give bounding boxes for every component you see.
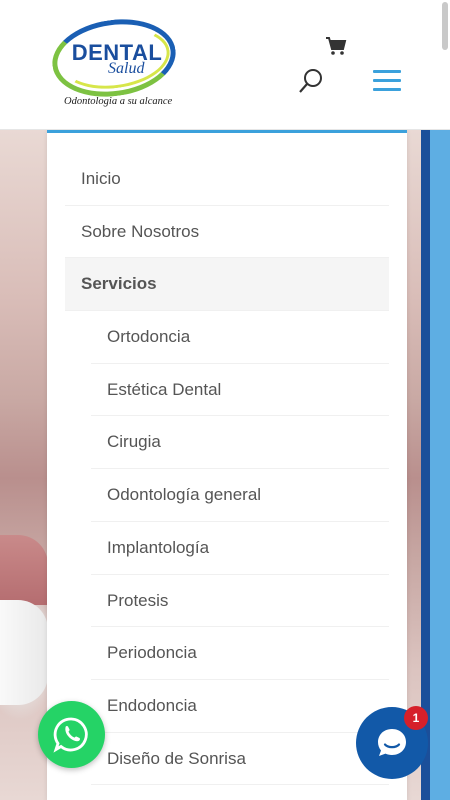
whatsapp-button[interactable]	[38, 701, 105, 768]
submenu-item-protesis[interactable]: Protesis	[91, 575, 389, 628]
page-scrollbar[interactable]	[442, 2, 448, 50]
chat-notification-badge: 1	[404, 706, 428, 730]
submenu-item-odontologia-general[interactable]: Odontología general	[91, 469, 389, 522]
mobile-dropdown-menu: Inicio Sobre Nosotros Servicios Ortodonc…	[47, 130, 407, 800]
site-logo[interactable]: DENTAL Salud Odontologia a su alcance	[47, 11, 181, 115]
submenu-item-implantologia[interactable]: Implantología	[91, 522, 389, 575]
submenu-item-endodoncia[interactable]: Endodoncia	[91, 680, 389, 733]
submenu-item-periodoncia[interactable]: Periodoncia	[91, 627, 389, 680]
logo-sub-text: Salud	[108, 60, 145, 77]
side-stripe-light	[430, 130, 450, 800]
chat-bubble-icon	[378, 729, 406, 756]
submenu-item-estetica-dental[interactable]: Estética Dental	[91, 364, 389, 417]
cart-icon[interactable]	[325, 36, 347, 56]
menu-list: Inicio Sobre Nosotros Servicios Ortodonc…	[65, 153, 389, 786]
search-icon[interactable]	[298, 68, 324, 94]
hero-teeth-image	[0, 600, 48, 705]
menu-item-sobre-nosotros[interactable]: Sobre Nosotros	[65, 206, 389, 259]
hamburger-menu-icon[interactable]	[373, 70, 401, 92]
menu-bar	[373, 88, 401, 91]
whatsapp-icon	[53, 717, 88, 753]
hero-lip-image	[0, 535, 48, 605]
menu-item-servicios[interactable]: Servicios	[65, 258, 389, 312]
menu-bar	[373, 79, 401, 82]
site-header: DENTAL Salud Odontologia a su alcance	[0, 0, 450, 130]
submenu-item-ortodoncia[interactable]: Ortodoncia	[91, 311, 389, 364]
submenu-item-cirugia[interactable]: Cirugia	[91, 416, 389, 470]
logo-tagline: Odontologia a su alcance	[64, 96, 173, 107]
menu-bar	[373, 70, 401, 73]
side-stripe-dark	[421, 130, 430, 800]
menu-item-inicio[interactable]: Inicio	[65, 153, 389, 206]
submenu-item-diseno-de-sonrisa[interactable]: Diseño de Sonrisa	[91, 733, 389, 786]
